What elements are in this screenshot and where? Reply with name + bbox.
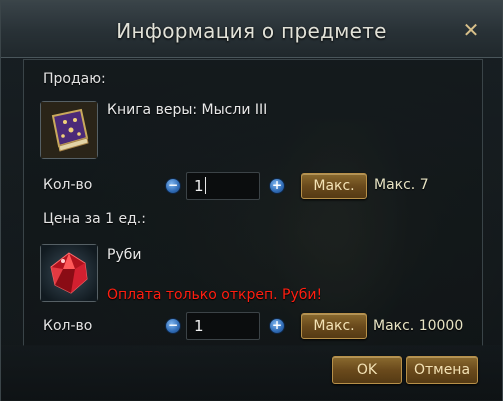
payment-warning-text: Оплата только откреп. Руби! [107, 287, 323, 303]
price-qty-increase-button[interactable]: + [269, 318, 285, 334]
selling-qty-input[interactable]: 1 [186, 172, 260, 200]
ruby-gem-icon[interactable] [40, 244, 98, 302]
ruby-gem-icon-graphic [41, 245, 97, 301]
price-qty-input[interactable]: 1 [186, 312, 260, 340]
dialog-title: Информация о предмете [116, 19, 387, 43]
book-icon[interactable] [40, 101, 98, 159]
item-info-dialog: Информация о предмете ✕ Продаю: Книга ве… [0, 0, 503, 401]
cancel-button[interactable]: Отмена [406, 356, 478, 384]
price-max-button[interactable]: Макс. [301, 313, 367, 339]
close-icon[interactable]: ✕ [462, 20, 480, 40]
selling-item-name: Книга веры: Мысли III [107, 102, 268, 118]
price-per-unit-label: Цена за 1 ед.: [43, 211, 146, 227]
selling-qty-increase-button[interactable]: + [269, 178, 285, 194]
price-qty-decrease-button[interactable]: − [165, 318, 181, 334]
price-item-name: Руби [107, 247, 142, 263]
selling-qty-label: Кол-во [43, 177, 93, 193]
selling-max-text: Макс. 7 [374, 177, 429, 193]
price-qty-label: Кол-во [43, 318, 93, 334]
selling-qty-value: 1 [194, 177, 204, 195]
text-caret [204, 177, 206, 194]
selling-label: Продаю: [43, 71, 106, 87]
book-icon-graphic [41, 102, 97, 158]
price-qty-value: 1 [194, 317, 204, 335]
selling-max-button[interactable]: Макс. [301, 173, 367, 199]
price-max-text: Макс. 10000 [373, 318, 464, 334]
selling-qty-decrease-button[interactable]: − [165, 178, 181, 194]
dialog-titlebar[interactable]: Информация о предмете ✕ [1, 1, 502, 58]
ok-button[interactable]: OK [332, 356, 402, 384]
